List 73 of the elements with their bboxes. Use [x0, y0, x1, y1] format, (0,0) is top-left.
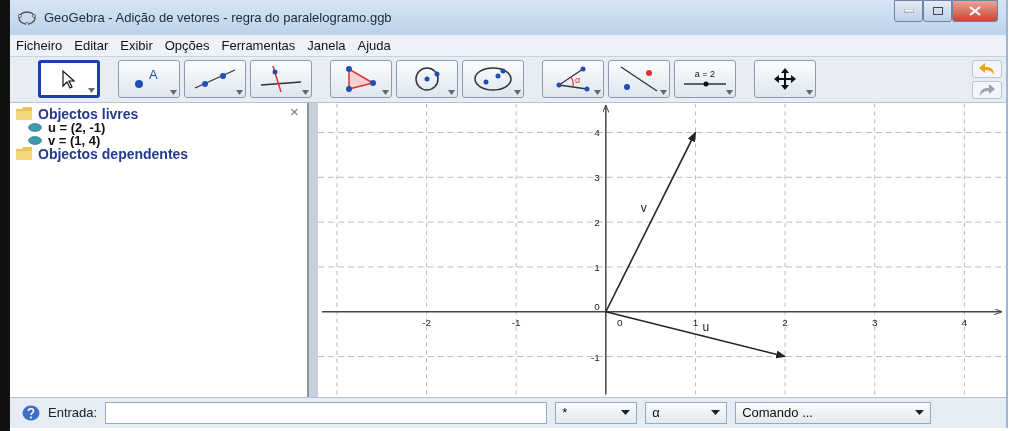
app-logo-icon: [18, 10, 36, 25]
tick-label: 4: [594, 127, 600, 139]
tool-button[interactable]: [38, 60, 100, 99]
tick-label: 0: [594, 300, 600, 312]
caret-icon: [302, 90, 309, 96]
tree-folder-label[interactable]: Objectos livres: [38, 105, 139, 122]
vector-label: u: [702, 319, 709, 334]
menu-item[interactable]: Opções: [164, 37, 210, 53]
caret-icon: [806, 90, 813, 96]
tick-label: 1: [692, 316, 699, 328]
maximize-icon: [932, 7, 943, 15]
caret-icon: [660, 90, 667, 96]
undo-icon: [978, 61, 996, 76]
tick-label: -1: [590, 351, 600, 363]
tick-label: 3: [871, 316, 878, 328]
caret-icon: [88, 88, 95, 94]
vector-label: v: [640, 200, 647, 215]
tick-label: 2: [594, 216, 600, 228]
tick-label: 4: [961, 316, 967, 328]
tick-label: -1: [511, 316, 521, 328]
tool-button[interactable]: [462, 60, 524, 99]
ellipse-icon: [471, 65, 515, 94]
minimize-icon: [903, 9, 914, 13]
input-label: Entrada:: [48, 405, 98, 421]
cursor-arrow-icon: [59, 69, 79, 90]
close-icon: [969, 6, 981, 16]
caret-icon: [594, 90, 601, 96]
tool-button[interactable]: [754, 60, 816, 99]
tool-button[interactable]: [396, 60, 458, 99]
tick-label: 2: [782, 316, 788, 328]
close-panel-button[interactable]: ×: [290, 102, 299, 120]
tool-button[interactable]: a = 2: [674, 60, 736, 99]
tick-label: 0: [616, 316, 623, 328]
caret-icon: [621, 410, 631, 416]
menu-item[interactable]: Ferramentas: [221, 37, 296, 53]
menu-item[interactable]: Janela: [307, 37, 346, 53]
close-button[interactable]: [952, 0, 998, 22]
window-title: GeoGebra - Adição de vetores - regra do paralelogramo.ggb: [44, 10, 393, 26]
menu-item[interactable]: Editar: [74, 37, 109, 53]
caret-icon: [514, 90, 521, 96]
object-dot-icon: [28, 122, 42, 132]
caret-icon: [711, 410, 721, 416]
dropdown[interactable]: Comando ...: [735, 401, 932, 424]
perpendicular-line-icon: [259, 65, 303, 94]
tool-button[interactable]: [608, 60, 670, 99]
tool-button[interactable]: [250, 60, 312, 99]
caret-icon: [170, 90, 177, 96]
tool-button[interactable]: [330, 60, 392, 99]
tool-button[interactable]: A: [118, 60, 180, 99]
folder-icon: [16, 147, 32, 161]
menu-item[interactable]: Ficheiro: [16, 37, 63, 53]
caret-icon: [726, 90, 733, 96]
dropdown[interactable]: α: [645, 401, 728, 424]
object-dot-icon: [28, 135, 42, 145]
move-arrows-icon: [773, 67, 797, 92]
tick-label: 1: [594, 261, 600, 273]
redo-icon: [978, 82, 996, 97]
folder-icon: [16, 107, 32, 121]
tick-label: -2: [421, 316, 431, 328]
caret-icon: [236, 90, 243, 96]
tick-label: 3: [594, 171, 600, 183]
tool-button[interactable]: α: [542, 60, 604, 99]
caret-icon: [382, 90, 389, 96]
menu-item[interactable]: Exibir: [120, 37, 153, 53]
panel-splitter[interactable]: [306, 102, 318, 397]
caret-icon: [448, 90, 455, 96]
caret-icon: [915, 410, 925, 416]
tool-button[interactable]: [184, 60, 246, 99]
menu-item[interactable]: Ajuda: [357, 37, 391, 53]
dropdown[interactable]: *: [555, 401, 638, 424]
help-icon[interactable]: [22, 404, 40, 421]
maximize-button[interactable]: [923, 0, 952, 22]
input-field[interactable]: [105, 401, 548, 424]
